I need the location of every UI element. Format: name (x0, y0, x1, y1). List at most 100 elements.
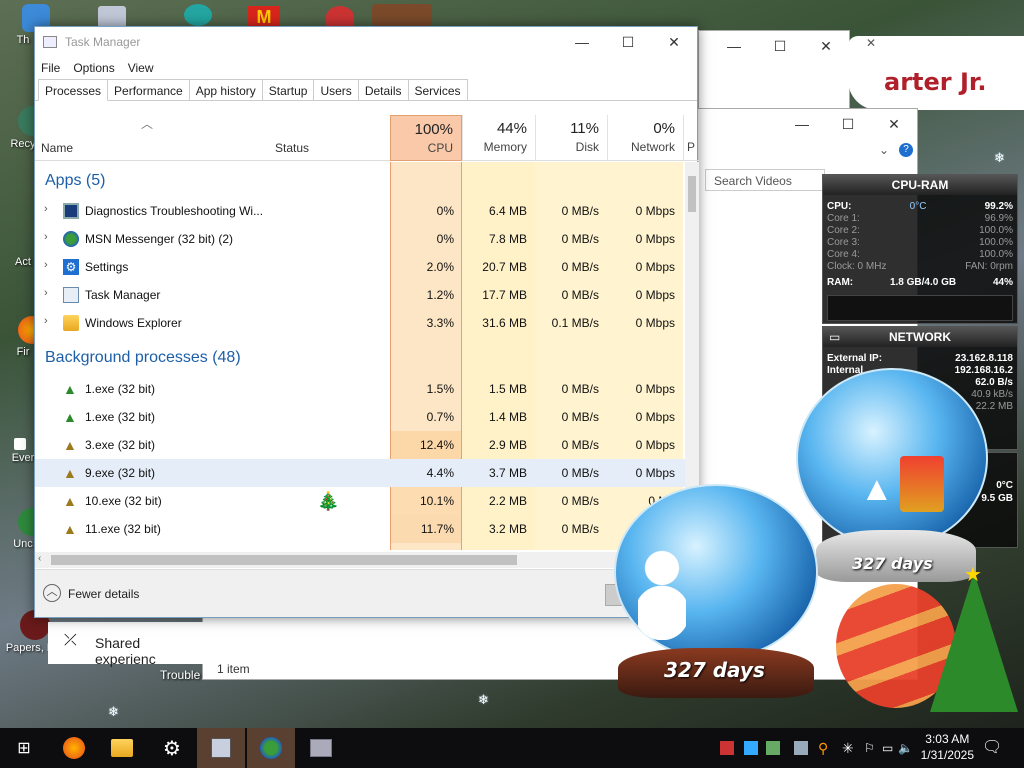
taskbar-msn-messenger[interactable] (247, 728, 295, 768)
folder-icon (63, 315, 79, 331)
process-row[interactable]: ▲ 11.exe (32 bit) 11.7% 3.2 MB 0 MB/s (35, 515, 685, 543)
gifts-icon (900, 456, 944, 512)
search-input[interactable]: Search Videos (705, 169, 825, 191)
tab-services[interactable]: Services (407, 79, 468, 100)
cpu-ram-gadget[interactable]: CPU-RAM CPU: 0°C 99.2% Core 1: 96.9% Core 2… (822, 174, 1018, 324)
chevron-up-icon[interactable]: ︿ (43, 584, 61, 602)
close-button[interactable]: ✕ (651, 27, 697, 57)
network-icon[interactable]: ▭ (882, 741, 896, 755)
column-header-cpu[interactable]: 100% CPU (390, 115, 462, 161)
expand-chevron-icon[interactable]: › (44, 203, 48, 215)
scroll-thumb[interactable] (688, 176, 696, 212)
column-header-disk[interactable]: 11% Disk (535, 115, 607, 161)
minimize-button[interactable]: — (559, 27, 605, 57)
column-header-power[interactable]: P (683, 115, 699, 161)
help-icon[interactable]: ? (899, 143, 913, 157)
process-row[interactable]: › MSN Messenger (32 bit) (2) 0% 7.8 MB 0… (35, 225, 685, 253)
expand-chevron-icon[interactable]: › (44, 231, 48, 243)
expand-chevron-icon[interactable]: › (44, 315, 48, 327)
process-row[interactable]: › ⚙ Settings 2.0% 20.7 MB 0 MB/s 0 Mbps (35, 253, 685, 281)
tray-app-icon[interactable]: ⚐ (864, 741, 878, 755)
task-manager-window[interactable]: Task Manager — ☐ ✕ File Options View Pro… (34, 26, 699, 618)
process-row[interactable]: ▲ 3.exe (32 bit) 12.4% 2.9 MB 0 MB/s 0 M… (35, 431, 685, 459)
diagnostics-icon (211, 738, 231, 758)
tab-startup[interactable]: Startup (261, 79, 315, 100)
menu-bar: File Options View (35, 57, 697, 79)
close-icon[interactable]: ✕ (866, 36, 876, 50)
app-icon[interactable] (184, 4, 212, 26)
column-header-memory[interactable]: 44% Memory (462, 115, 535, 161)
menu-view[interactable]: View (128, 61, 154, 75)
tray-app-icon[interactable] (720, 741, 734, 755)
column-header-name[interactable]: Name (41, 141, 73, 155)
maximize-icon[interactable]: ☐ (757, 31, 803, 61)
ram-graph (827, 295, 1013, 321)
scroll-thumb[interactable] (51, 555, 517, 565)
process-row[interactable]: ▲ 1.exe (32 bit) 0.7% 1.4 MB 0 MB/s 0 Mb… (35, 403, 685, 431)
process-row[interactable]: ▲ 10.exe (32 bit) 10.1% 2.2 MB 0 MB/s 0 … (35, 487, 685, 515)
column-header-status[interactable]: Status (275, 141, 309, 155)
snowflake-icon: ❄ (478, 692, 489, 707)
chevron-down-icon[interactable]: ⌄ (879, 143, 889, 157)
minimize-icon[interactable]: — (711, 31, 757, 61)
maximize-button[interactable]: ☐ (605, 27, 651, 57)
process-row[interactable]: ▲ 1.exe (32 bit) 1.5% 1.5 MB 0 MB/s 0 Mb… (35, 375, 685, 403)
tab-bar: Processes Performance App history Startu… (35, 79, 697, 101)
tab-users[interactable]: Users (313, 79, 359, 100)
menu-file[interactable]: File (41, 61, 60, 75)
desktop-top-icons: M (20, 4, 440, 28)
volume-icon[interactable]: 🔈 (898, 741, 913, 755)
fewer-details-button[interactable]: Fewer details (68, 587, 139, 601)
process-row-selected[interactable]: ▲ 9.exe (32 bit) 4.4% 3.7 MB 0 MB/s 0 Mb… (35, 459, 685, 487)
process-row[interactable]: › Windows Explorer 3.3% 31.6 MB 0.1 MB/s… (35, 309, 685, 337)
shared-experiences-label[interactable]: Shared experienc (95, 635, 204, 667)
reindeer-icon[interactable] (372, 4, 432, 26)
santa-icon[interactable] (326, 6, 354, 28)
taskbar-file-explorer[interactable] (98, 728, 146, 768)
horizontal-scrollbar[interactable]: ‹ (35, 552, 685, 568)
taskbar: ⊞ ⚙ ⚲ ✳ ⚐ ▭ 🔈 3:03 AM 1/31/2025 🗨 (0, 728, 1024, 768)
notification-icon[interactable]: 🗨 (982, 740, 1002, 756)
monitor-icon: ▭ (829, 330, 841, 344)
expand-chevron-icon[interactable]: › (44, 287, 48, 299)
tree-icon: ▲ (63, 521, 77, 537)
background-window[interactable]: — ☐ ✕ (698, 30, 850, 110)
tab-details[interactable]: Details (357, 79, 409, 100)
process-row[interactable]: › Task Manager 1.2% 17.7 MB 0 MB/s 0 Mbp… (35, 281, 685, 309)
maximize-icon[interactable]: ☐ (825, 109, 871, 139)
group-header-apps[interactable]: Apps (5) (45, 172, 105, 190)
close-icon[interactable]: ✕ (803, 31, 849, 61)
tab-app-history[interactable]: App history (188, 79, 263, 100)
taskbar-settings[interactable]: ⚙ (148, 728, 196, 768)
clock[interactable]: 3:03 AM 1/31/2025 (921, 731, 974, 763)
taskbar-app[interactable] (297, 728, 345, 768)
tray-app-icon[interactable] (766, 741, 780, 755)
taskbar-firefox[interactable] (50, 728, 98, 768)
gadget-title: CPU-RAM (823, 175, 1017, 195)
start-button[interactable]: ⊞ (0, 728, 48, 768)
expand-chevron-icon[interactable]: › (44, 259, 48, 271)
tray-app-icon[interactable] (744, 741, 758, 755)
process-row[interactable]: › Diagnostics Troubleshooting Wi... 0% 6… (35, 197, 685, 225)
msn-icon (63, 231, 79, 247)
banner-window[interactable]: ✕ arter Jr. (848, 36, 1024, 110)
tab-performance[interactable]: Performance (107, 79, 190, 100)
taskbar-task-manager[interactable] (197, 728, 245, 768)
menu-options[interactable]: Options (73, 61, 114, 75)
settings-strip[interactable]: ⤫ Shared experienc (48, 622, 204, 667)
tab-processes[interactable]: Processes (38, 79, 109, 101)
minimize-icon[interactable]: — (779, 109, 825, 139)
scroll-left-icon[interactable]: ‹ (38, 553, 41, 564)
tray-app-icon[interactable] (794, 741, 808, 755)
snowman-icon (638, 550, 686, 640)
app-icon[interactable] (98, 6, 126, 28)
mcdonalds-icon[interactable]: M (248, 6, 280, 28)
tray-app-icon[interactable]: ✳ (842, 741, 856, 755)
ram-line: RAM: 1.8 GB/4.0 GB 44% (827, 277, 1013, 288)
group-header-background[interactable]: Background processes (48) (45, 349, 241, 367)
column-header-network[interactable]: 0% Network (607, 115, 683, 161)
gear-icon: ⚙ (163, 737, 181, 760)
close-icon[interactable]: ✕ (871, 109, 917, 139)
monitor-icon (310, 739, 332, 757)
search-icon[interactable]: ⚲ (818, 741, 832, 755)
